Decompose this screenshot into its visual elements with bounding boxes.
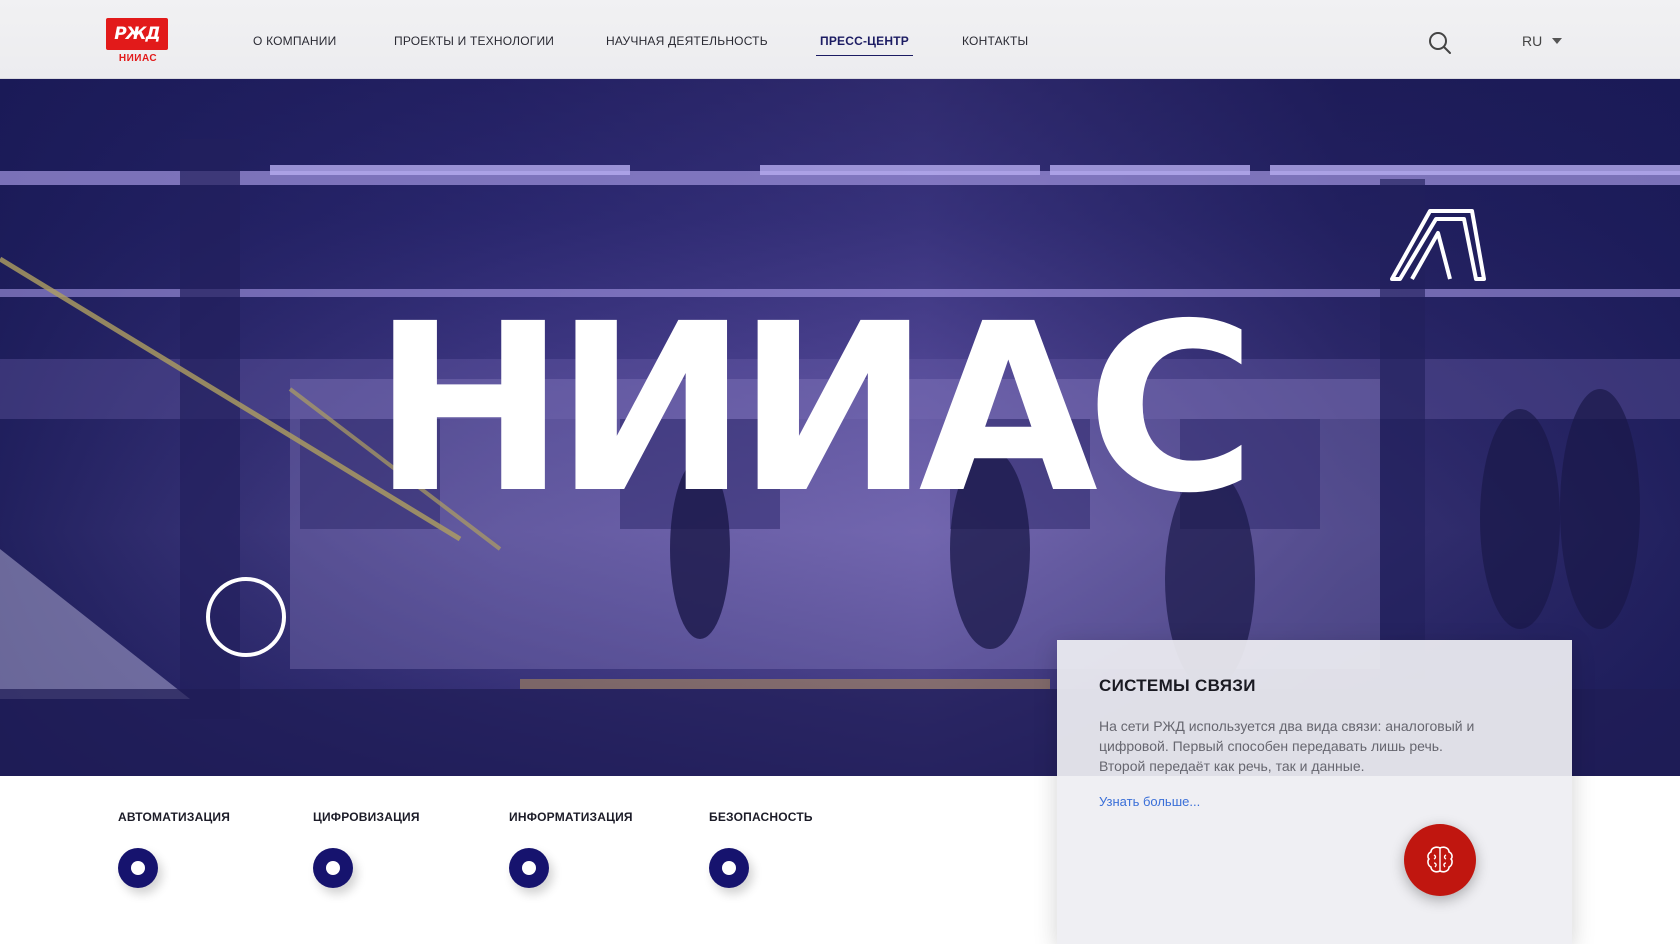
- nav-item-projects[interactable]: ПРОЕКТЫ И ТЕХНОЛОГИИ: [394, 34, 554, 48]
- search-icon[interactable]: [1428, 31, 1452, 55]
- nav-item-about[interactable]: О КОМПАНИИ: [253, 34, 336, 48]
- language-label: RU: [1522, 33, 1543, 49]
- logo-mark: РЖД: [106, 18, 168, 50]
- category-dot[interactable]: [313, 848, 353, 888]
- category-security[interactable]: БЕЗОПАСНОСТЬ: [709, 810, 813, 888]
- brain-icon: [1427, 846, 1453, 873]
- nav-item-contacts[interactable]: КОНТАКТЫ: [962, 34, 1028, 48]
- category-label[interactable]: ИНФОРМАТИЗАЦИЯ: [509, 810, 633, 824]
- nav-item-science[interactable]: НАУЧНАЯ ДЕЯТЕЛЬНОСТЬ: [606, 34, 768, 48]
- learn-more-link[interactable]: Узнать больше...: [1099, 794, 1200, 809]
- card-description: На сети РЖД используется два вида связи:…: [1099, 718, 1475, 774]
- language-selector[interactable]: RU: [1522, 33, 1563, 49]
- category-digitalization[interactable]: ЦИФРОВИЗАЦИЯ: [313, 810, 420, 888]
- brain-button[interactable]: [1404, 824, 1476, 896]
- category-bar: АВТОМАТИЗАЦИЯ ЦИФРОВИЗАЦИЯ ИНФОРМАТИЗАЦИ…: [0, 776, 1050, 944]
- rzd-logo[interactable]: РЖД НИИАС: [106, 18, 170, 68]
- category-dot[interactable]: [509, 848, 549, 888]
- category-dot[interactable]: [118, 848, 158, 888]
- category-label[interactable]: БЕЗОПАСНОСТЬ: [709, 810, 813, 824]
- logo-subtitle: НИИАС: [118, 53, 158, 64]
- hero-title: НИИАС: [372, 274, 1256, 544]
- nav-item-press-center[interactable]: ПРЕСС-ЦЕНТР: [816, 34, 913, 56]
- category-dot[interactable]: [709, 848, 749, 888]
- triangle-logo-icon: [1390, 209, 1486, 281]
- info-card: СИСТЕМЫ СВЯЗИ На сети РЖД используется д…: [1057, 640, 1572, 944]
- chevron-down-icon: [1552, 38, 1563, 44]
- category-informatization[interactable]: ИНФОРМАТИЗАЦИЯ: [509, 810, 633, 888]
- category-label[interactable]: ЦИФРОВИЗАЦИЯ: [313, 810, 420, 824]
- category-label[interactable]: АВТОМАТИЗАЦИЯ: [118, 810, 230, 824]
- category-automation[interactable]: АВТОМАТИЗАЦИЯ: [118, 810, 230, 888]
- ring-decoration: [206, 577, 286, 657]
- card-title: СИСТЕМЫ СВЯЗИ: [1099, 676, 1256, 695]
- site-header: РЖД НИИАС О КОМПАНИИ ПРОЕКТЫ И ТЕХНОЛОГИ…: [0, 0, 1680, 79]
